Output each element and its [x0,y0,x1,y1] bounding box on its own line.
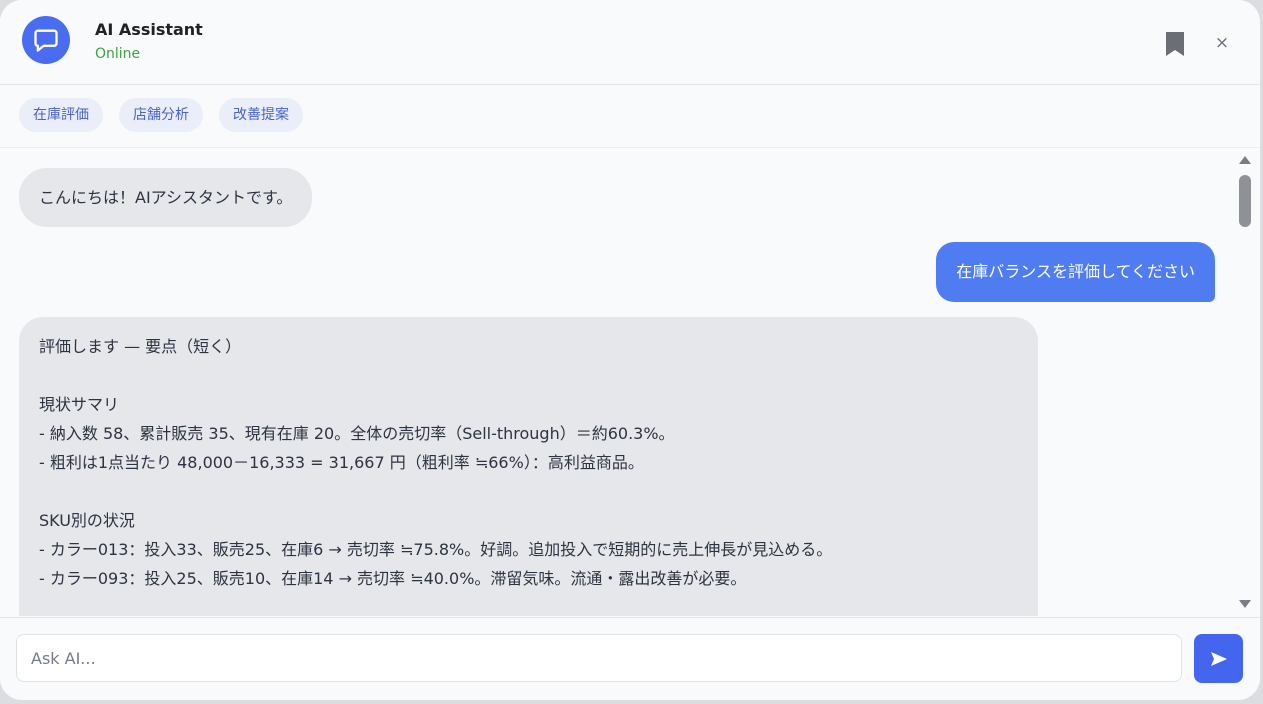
assistant-avatar [22,16,70,64]
send-button[interactable] [1194,634,1243,683]
chat-panel: AI Assistant Online × 在庫評価 店舗分析 改善提案 こんに… [0,0,1260,700]
bookmark-button[interactable] [1164,31,1186,57]
close-button[interactable]: × [1211,32,1233,54]
scroll-up-arrow-icon[interactable] [1239,156,1251,164]
assistant-message: こんにちは！AIアシスタントです。 [19,168,313,227]
status-badge: Online [95,46,141,62]
scroll-down-arrow-icon[interactable] [1239,600,1251,608]
user-message: 在庫バランスを評価してください [936,242,1215,302]
message-list[interactable]: こんにちは！AIアシスタントです。 在庫バランスを評価してください 評価します … [0,148,1260,616]
scrollbar-thumb[interactable] [1239,175,1251,227]
chat-input[interactable] [16,634,1182,682]
chip-store-analysis[interactable]: 店舗分析 [119,98,203,132]
chat-header: AI Assistant Online × [0,0,1260,85]
assistant-name: AI Assistant [95,20,203,39]
message-scrollbar[interactable] [1238,152,1252,612]
chat-bubble-icon [34,29,58,52]
quick-actions: 在庫評価 店舗分析 改善提案 [0,85,1260,148]
composer [0,617,1260,700]
chip-improvement-proposal[interactable]: 改善提案 [219,98,303,132]
bookmark-icon [1166,32,1184,56]
close-icon: × [1214,33,1230,53]
assistant-message: 評価します — 要点（短く） 現状サマリ - 納入数 58、累計販売 35、現有… [19,317,1038,616]
send-icon [1210,651,1227,666]
chip-inventory-evaluation[interactable]: 在庫評価 [19,98,103,132]
